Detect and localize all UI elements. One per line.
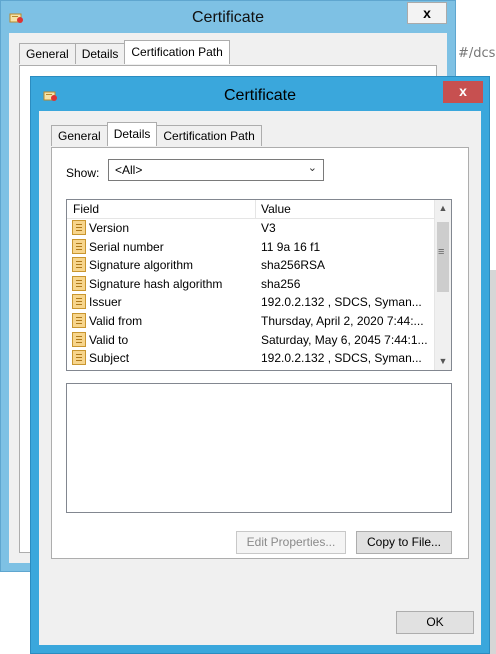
show-label: Show:	[66, 166, 100, 180]
scrollbar-thumb[interactable]	[437, 222, 449, 292]
field-name: Valid to	[89, 332, 129, 347]
grid-header: Field Value	[67, 200, 435, 219]
column-header-field[interactable]: Field	[73, 202, 99, 216]
close-button[interactable]: x	[407, 2, 447, 24]
table-row[interactable]: Subject 192.0.2.132 , SDCS, Syman...	[67, 349, 435, 368]
vertical-scrollbar[interactable]: ▲ ▼	[434, 200, 451, 370]
table-row[interactable]: Serial number 11 9a 16 f1	[67, 238, 435, 257]
field-icon	[72, 275, 86, 291]
show-dropdown-value: <All>	[115, 163, 143, 177]
table-row[interactable]: Version V3	[67, 219, 435, 238]
show-dropdown[interactable]: <All> ⌄	[108, 159, 324, 181]
field-name: Valid from	[89, 313, 143, 328]
grid-rows: Version V3 Serial number 11 9a 16 f1 Sig…	[67, 219, 435, 368]
field-value: Thursday, April 2, 2020 7:44:...	[261, 313, 424, 328]
field-name: Version	[89, 221, 130, 235]
ok-button[interactable]: OK	[396, 611, 474, 634]
field-value: V3	[261, 221, 276, 235]
field-icon	[72, 331, 86, 347]
chevron-down-icon: ⌄	[307, 162, 317, 174]
field-value: sha256	[261, 276, 301, 291]
window-title: Certificate	[191, 9, 265, 26]
tab-details[interactable]: Details	[74, 43, 126, 64]
field-icon	[72, 238, 86, 254]
tab-general[interactable]: General	[19, 43, 76, 64]
tab-details[interactable]: Details	[106, 122, 158, 146]
tab-strip: General Details Certification Path	[51, 122, 262, 146]
column-divider[interactable]	[255, 200, 256, 218]
field-icon	[72, 312, 86, 328]
field-value: sha256RSA	[261, 258, 326, 273]
table-row[interactable]: Valid to Saturday, May 6, 2045 7:44:1...	[67, 331, 435, 350]
tab-general[interactable]: General	[51, 125, 108, 146]
edit-properties-button[interactable]: Edit Properties...	[236, 531, 346, 554]
tab-certification-path[interactable]: Certification Path	[156, 125, 262, 146]
field-value: 192.0.2.132 , SDCS, Syman...	[261, 351, 422, 366]
fields-grid[interactable]: Field Value Version V3 Serial number 11 …	[66, 199, 452, 371]
field-value: 11 9a 16 f1	[261, 239, 321, 254]
field-name: Serial number	[89, 239, 164, 254]
details-panel: Show: <All> ⌄ Field Value Version V3 Ser…	[51, 147, 469, 559]
tab-strip: General Details Certification Path	[19, 40, 230, 64]
background-url-fragment: #/dcs	[458, 46, 496, 61]
field-icon	[72, 294, 86, 310]
field-name: Signature hash algorithm	[89, 276, 223, 291]
column-header-value[interactable]: Value	[261, 202, 291, 216]
table-row[interactable]: Signature algorithm sha256RSA	[67, 256, 435, 275]
window-title: Certificate	[223, 87, 297, 104]
title-bar[interactable]: Certificate x	[1, 1, 455, 35]
tab-certification-path[interactable]: Certification Path	[124, 40, 230, 64]
table-row[interactable]: Signature hash algorithm sha256	[67, 275, 435, 294]
scroll-up-icon[interactable]: ▲	[435, 200, 451, 217]
field-detail-box[interactable]	[66, 383, 452, 513]
scroll-down-icon[interactable]: ▼	[435, 353, 451, 370]
window-client: General Details Certification Path Show:…	[39, 111, 481, 645]
field-value: Saturday, May 6, 2045 7:44:1...	[261, 332, 428, 347]
certificate-window-front[interactable]: Certificate x General Details Certificat…	[30, 76, 490, 654]
copy-to-file-button[interactable]: Copy to File...	[356, 531, 452, 554]
field-icon	[72, 220, 86, 235]
table-row[interactable]: Valid from Thursday, April 2, 2020 7:44:…	[67, 312, 435, 331]
field-name: Issuer	[89, 295, 122, 310]
field-value: 192.0.2.132 , SDCS, Syman...	[261, 295, 422, 310]
title-bar[interactable]: Certificate x	[31, 77, 489, 111]
field-name: Signature algorithm	[89, 258, 194, 273]
table-row[interactable]: Issuer 192.0.2.132 , SDCS, Syman...	[67, 293, 435, 312]
field-name: Subject	[89, 351, 130, 366]
field-icon	[72, 350, 86, 366]
field-icon	[72, 257, 86, 273]
close-button[interactable]: x	[443, 81, 483, 103]
